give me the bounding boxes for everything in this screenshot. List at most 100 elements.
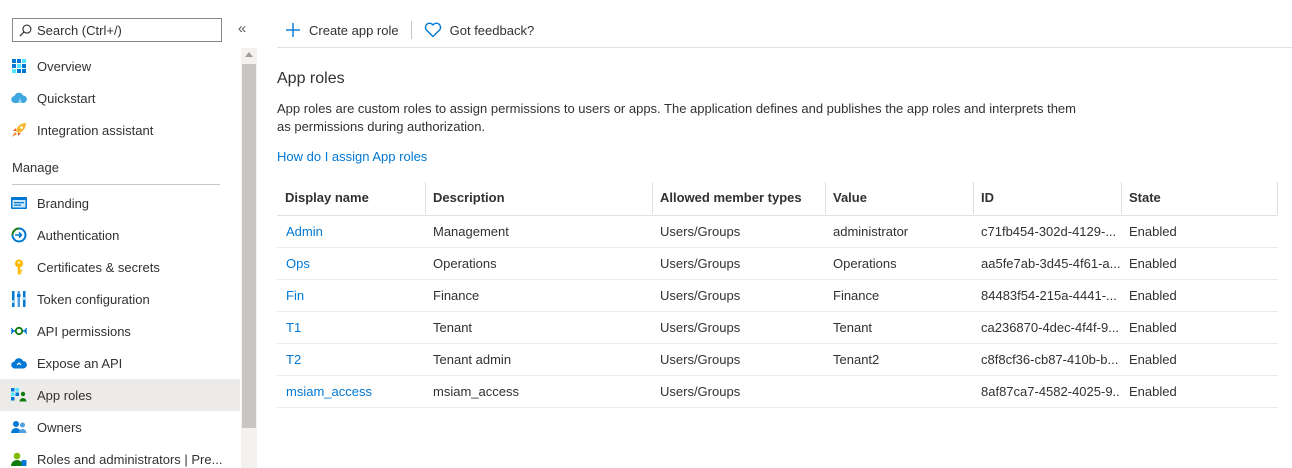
sidebar-item-expose-an-api[interactable]: Expose an API <box>0 347 240 379</box>
role-state: Enabled <box>1129 352 1177 367</box>
app-roles-table: Display name Description Allowed member … <box>277 180 1278 408</box>
role-value: Operations <box>833 256 897 271</box>
role-member-types: Users/Groups <box>660 288 741 303</box>
table-row[interactable]: Fin Finance Users/Groups Finance 84483f5… <box>277 280 1278 312</box>
role-name-link[interactable]: T1 <box>277 312 425 343</box>
column-header-state[interactable]: State <box>1121 180 1278 215</box>
role-description: msiam_access <box>433 384 519 399</box>
role-value: Tenant <box>833 320 873 335</box>
sidebar-item-certificates-secrets[interactable]: Certificates & secrets <box>0 251 240 283</box>
role-member-types: Users/Groups <box>660 224 741 239</box>
search-icon <box>19 24 32 36</box>
column-header-display-name[interactable]: Display name <box>277 180 425 215</box>
table-row[interactable]: Ops Operations Users/Groups Operations a… <box>277 248 1278 280</box>
sidebar-item-label: Overview <box>37 58 92 74</box>
sidebar-item-token-configuration[interactable]: Token configuration <box>0 283 240 315</box>
column-header-id[interactable]: ID <box>973 180 1121 215</box>
table-header: Display name Description Allowed member … <box>277 180 1278 216</box>
role-state: Enabled <box>1129 288 1177 303</box>
sidebar-item-app-roles[interactable]: App roles <box>0 379 240 411</box>
cloud-api-icon <box>11 355 27 371</box>
sidebar-item-label: Certificates & secrets <box>37 259 160 275</box>
page-description: App roles are custom roles to assign per… <box>277 101 1076 134</box>
sidebar-item-label: Expose an API <box>37 355 123 371</box>
sidebar-item-owners[interactable]: Owners <box>0 411 240 443</box>
role-name-link[interactable]: Ops <box>277 248 425 279</box>
create-app-role-label: Create app role <box>309 22 399 38</box>
role-id: c71fb454-302d-4129-... <box>981 224 1117 239</box>
role-value <box>825 376 973 407</box>
key-icon <box>11 259 27 275</box>
command-bar: Create app role Got feedback? <box>277 14 542 46</box>
create-app-role-button[interactable]: Create app role <box>277 14 407 46</box>
sidebar-item-label: API permissions <box>37 323 131 339</box>
sidebar-item-quickstart[interactable]: Quickstart <box>0 82 240 114</box>
api-permissions-icon <box>11 323 27 339</box>
role-member-types: Users/Groups <box>660 256 741 271</box>
section-header-manage: Manage <box>12 160 59 175</box>
sidebar-item-api-permissions[interactable]: API permissions <box>0 315 240 347</box>
role-state: Enabled <box>1129 320 1177 335</box>
sidebar-item-label: Roles and administrators | Pre... <box>37 451 223 467</box>
collapse-sidebar-button[interactable]: « <box>234 20 250 40</box>
column-header-allowed-member-types[interactable]: Allowed member types <box>652 180 825 215</box>
search-placeholder: Search (Ctrl+/) <box>37 22 122 38</box>
role-name-link[interactable]: Fin <box>277 280 425 311</box>
role-member-types: Users/Groups <box>660 384 741 399</box>
sidebar: Search (Ctrl+/) « Overview Quickstart In… <box>0 0 257 468</box>
role-name-link[interactable]: Admin <box>277 216 425 247</box>
sidebar-item-label: Token configuration <box>37 291 150 307</box>
sidebar-item-overview[interactable]: Overview <box>0 50 240 82</box>
sidebar-item-label: Owners <box>37 419 82 435</box>
table-row[interactable]: T2 Tenant admin Users/Groups Tenant2 c8f… <box>277 344 1278 376</box>
role-state: Enabled <box>1129 256 1177 271</box>
table-row[interactable]: T1 Tenant Users/Groups Tenant ca236870-4… <box>277 312 1278 344</box>
role-value: Tenant2 <box>833 352 880 367</box>
role-value: administrator <box>833 224 909 239</box>
scroll-up-arrow-icon[interactable] <box>245 52 253 57</box>
role-id: aa5fe7ab-3d45-4f61-a... <box>981 256 1121 271</box>
search-input[interactable]: Search (Ctrl+/) <box>12 18 222 42</box>
rocket-icon <box>11 122 27 138</box>
table-row[interactable]: msiam_access msiam_access Users/Groups 8… <box>277 376 1278 408</box>
role-state: Enabled <box>1129 224 1177 239</box>
sidebar-item-label: App roles <box>37 387 92 403</box>
sidebar-item-label: Authentication <box>37 227 120 243</box>
column-header-description[interactable]: Description <box>425 180 652 215</box>
role-name-link[interactable]: T2 <box>277 344 425 375</box>
role-description: Tenant <box>433 320 473 335</box>
role-description: Management <box>433 224 509 239</box>
sidebar-item-roles-and-administrators[interactable]: Roles and administrators | Pre... <box>0 443 240 468</box>
grid-icon <box>11 58 27 74</box>
toolbar-separator <box>410 21 412 39</box>
cloud-icon <box>11 90 27 106</box>
feedback-button[interactable]: Got feedback? <box>416 14 543 46</box>
table-row[interactable]: Admin Management Users/Groups administra… <box>277 216 1278 248</box>
role-id: 8af87ca7-4582-4025-9... <box>981 384 1121 399</box>
token-bars-icon <box>11 291 27 307</box>
heart-icon <box>424 22 441 38</box>
role-name-link[interactable]: msiam_access <box>277 376 425 407</box>
section-divider <box>12 184 220 185</box>
help-link[interactable]: How do I assign App roles <box>277 149 427 164</box>
scrollbar-thumb[interactable] <box>242 64 256 428</box>
sidebar-item-integration-assistant[interactable]: Integration assistant <box>0 114 240 146</box>
sidebar-item-authentication[interactable]: Authentication <box>0 219 240 251</box>
authentication-icon <box>11 227 27 243</box>
sidebar-item-label: Integration assistant <box>37 122 154 138</box>
feedback-label: Got feedback? <box>449 22 535 38</box>
column-header-value[interactable]: Value <box>825 180 973 215</box>
role-state: Enabled <box>1129 384 1177 399</box>
admin-user-icon <box>11 451 27 467</box>
role-description: Operations <box>433 256 497 271</box>
branding-icon <box>11 195 27 211</box>
role-description: Finance <box>433 288 480 303</box>
app-roles-icon <box>11 387 27 403</box>
page-title: App roles <box>277 70 345 87</box>
role-id: 84483f54-215a-4441-... <box>981 288 1117 303</box>
toolbar-divider <box>277 47 1292 48</box>
sidebar-item-branding[interactable]: Branding <box>0 187 240 219</box>
role-member-types: Users/Groups <box>660 320 741 335</box>
role-member-types: Users/Groups <box>660 352 741 367</box>
role-id: ca236870-4dec-4f4f-9... <box>981 320 1120 335</box>
